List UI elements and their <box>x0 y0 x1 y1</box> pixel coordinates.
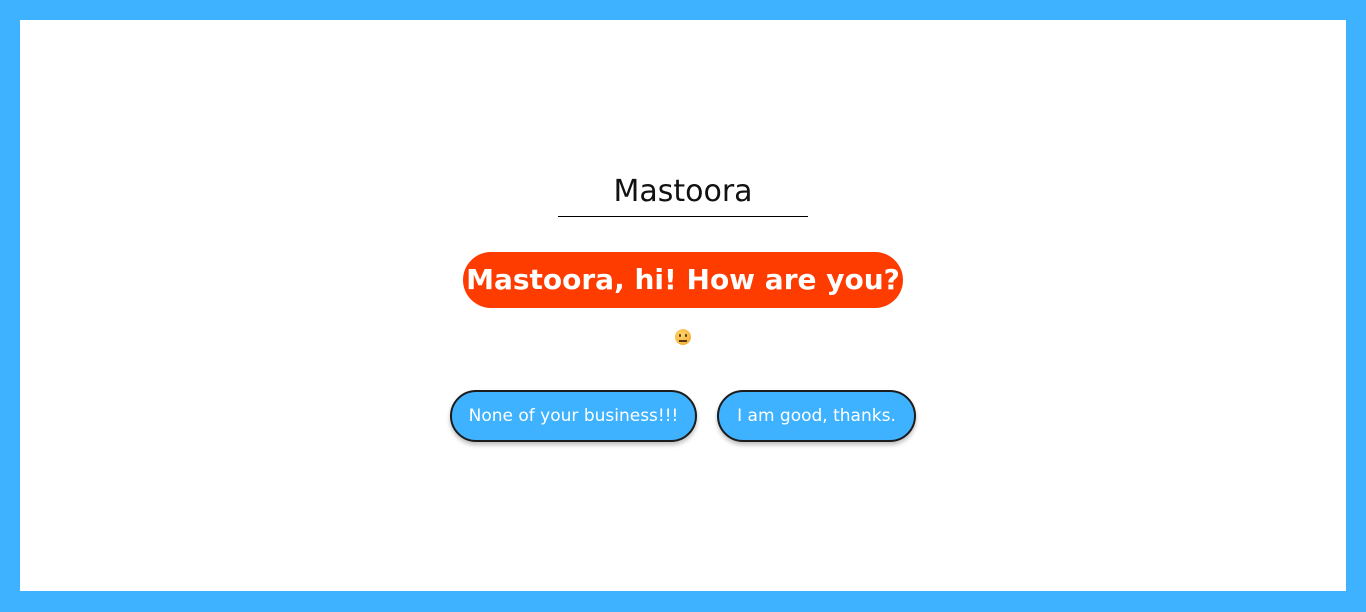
main-panel: Mastoora, hi! How are you? None of your … <box>20 20 1346 591</box>
name-input[interactable] <box>558 170 808 217</box>
emoji-left-eye <box>679 334 681 337</box>
emoji-right-eye <box>685 334 687 337</box>
i-am-good-button[interactable]: I am good, thanks. <box>717 390 916 442</box>
emoji-mouth <box>679 340 687 342</box>
greeting-banner: Mastoora, hi! How are you? <box>463 252 903 308</box>
none-of-your-business-button[interactable]: None of your business!!! <box>450 390 697 442</box>
neutral-face-icon <box>675 329 691 345</box>
